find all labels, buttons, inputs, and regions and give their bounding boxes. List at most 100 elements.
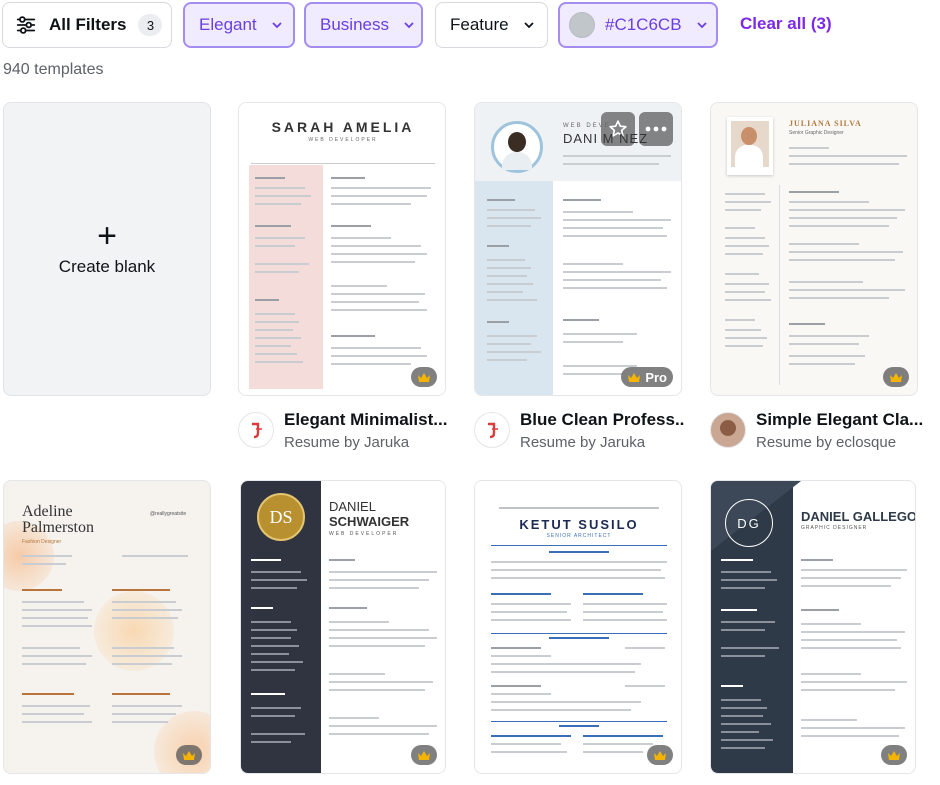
text-line [563, 219, 671, 221]
text-line [331, 177, 365, 179]
text-line [331, 237, 391, 239]
preview-name: DANIEL GALLEGO [801, 509, 916, 524]
text-line [112, 655, 182, 657]
filter-chip-elegant[interactable]: Elegant [183, 2, 295, 48]
text-line [329, 587, 419, 589]
monogram-logo: DG [725, 499, 773, 547]
text-line [251, 587, 297, 589]
text-line [491, 647, 541, 649]
filter-bar: All Filters 3 Elegant Business Feature #… [0, 2, 940, 48]
filter-chip-color[interactable]: #C1C6CB [558, 2, 718, 48]
template-creator: Resume by Jaruka [284, 434, 410, 451]
template-thumbnail[interactable]: SARAH AMELIA WEB DEVELOPER [238, 102, 446, 396]
text-line [801, 569, 907, 571]
text-line [789, 289, 905, 291]
filter-chip-feature[interactable]: Feature [435, 2, 548, 48]
text-line [801, 577, 901, 579]
text-line [112, 589, 170, 591]
more-horizontal-icon [645, 126, 667, 132]
text-line [255, 271, 299, 273]
text-line [789, 147, 829, 149]
text-line [255, 195, 311, 197]
text-line [251, 669, 295, 671]
text-line [549, 551, 609, 553]
filter-chip-business[interactable]: Business [304, 2, 423, 48]
text-line [721, 747, 765, 749]
text-line [251, 629, 297, 631]
color-swatch [569, 12, 595, 38]
text-line [255, 245, 295, 247]
decor-blob [94, 591, 174, 671]
text-line [721, 731, 759, 733]
creator-avatar [238, 412, 274, 448]
text-line [251, 661, 303, 663]
template-meta[interactable]: Blue Clean Profess... Resume by Jaruka [474, 410, 686, 454]
preview-name-last: SCHWAIGER [329, 514, 410, 529]
text-line [789, 243, 859, 245]
text-line [563, 287, 667, 289]
text-line [789, 335, 869, 337]
text-line [251, 715, 295, 717]
template-thumbnail[interactable]: Adeline Palmerston @reallygreatsite Fash… [3, 480, 211, 774]
text-line [329, 637, 437, 639]
template-thumbnail[interactable]: DS DANIEL SCHWAIGER WEB DEVELOPER [240, 480, 446, 774]
text-line [491, 611, 567, 613]
all-filters-button[interactable]: All Filters 3 [2, 2, 172, 48]
text-line [789, 225, 889, 227]
divider [491, 633, 667, 634]
premium-badge [881, 745, 907, 765]
text-line [331, 261, 415, 263]
text-line [563, 365, 637, 367]
text-line [725, 283, 769, 285]
text-line [583, 593, 643, 595]
text-line [721, 655, 765, 657]
text-line [725, 345, 763, 347]
text-line [725, 329, 761, 331]
preview-role: SENIOR ARCHITECT [546, 533, 612, 539]
template-thumbnail[interactable]: KETUT SUSILO SENIOR ARCHITECT [474, 480, 682, 774]
crown-icon [418, 372, 430, 382]
text-line [491, 577, 665, 579]
text-line [725, 201, 771, 203]
profile-photo [491, 121, 543, 173]
template-thumbnail[interactable]: DG DANIEL GALLEGO GRAPHIC DESIGNER [710, 480, 916, 774]
monogram-logo: DS [257, 493, 305, 541]
text-line [625, 647, 665, 649]
text-line [255, 237, 305, 239]
text-line [329, 629, 429, 631]
template-thumbnail[interactable]: WEB DEVE DANI M NEZ Pro [474, 102, 682, 396]
template-thumbnail[interactable]: JULIANA SILVA Senior Graphic Designer [710, 102, 918, 396]
text-line [789, 297, 889, 299]
creator-avatar [710, 412, 746, 448]
text-line [721, 685, 743, 687]
template-title: Elegant Minimalist... [284, 410, 448, 429]
text-line [487, 343, 531, 345]
text-line [801, 623, 861, 625]
premium-badge [883, 367, 909, 387]
preview-role: Senior Graphic Designer [789, 130, 844, 136]
text-line [251, 637, 291, 639]
text-line [563, 211, 633, 213]
template-creator: Resume by Jaruka [520, 434, 646, 451]
text-line [563, 373, 623, 375]
template-meta[interactable]: Simple Elegant Cla... Resume by eclosque [710, 410, 928, 454]
text-line [22, 693, 74, 695]
crown-icon [888, 750, 900, 760]
clear-all-link[interactable]: Clear all (3) [740, 14, 832, 34]
text-line [487, 283, 533, 285]
text-line [487, 209, 535, 211]
text-line [801, 609, 839, 611]
template-meta[interactable]: Elegant Minimalist... Resume by Jaruka [238, 410, 450, 454]
create-blank-card[interactable]: + Create blank [3, 102, 211, 396]
preview-name: SARAH AMELIA [271, 119, 415, 135]
text-line [801, 719, 857, 721]
text-line [251, 559, 281, 561]
divider [251, 163, 435, 164]
text-line [255, 263, 309, 265]
crown-icon [183, 750, 195, 760]
text-line [491, 655, 551, 657]
text-line [22, 663, 86, 665]
text-line [487, 267, 531, 269]
divider [779, 185, 780, 385]
text-line [721, 707, 767, 709]
